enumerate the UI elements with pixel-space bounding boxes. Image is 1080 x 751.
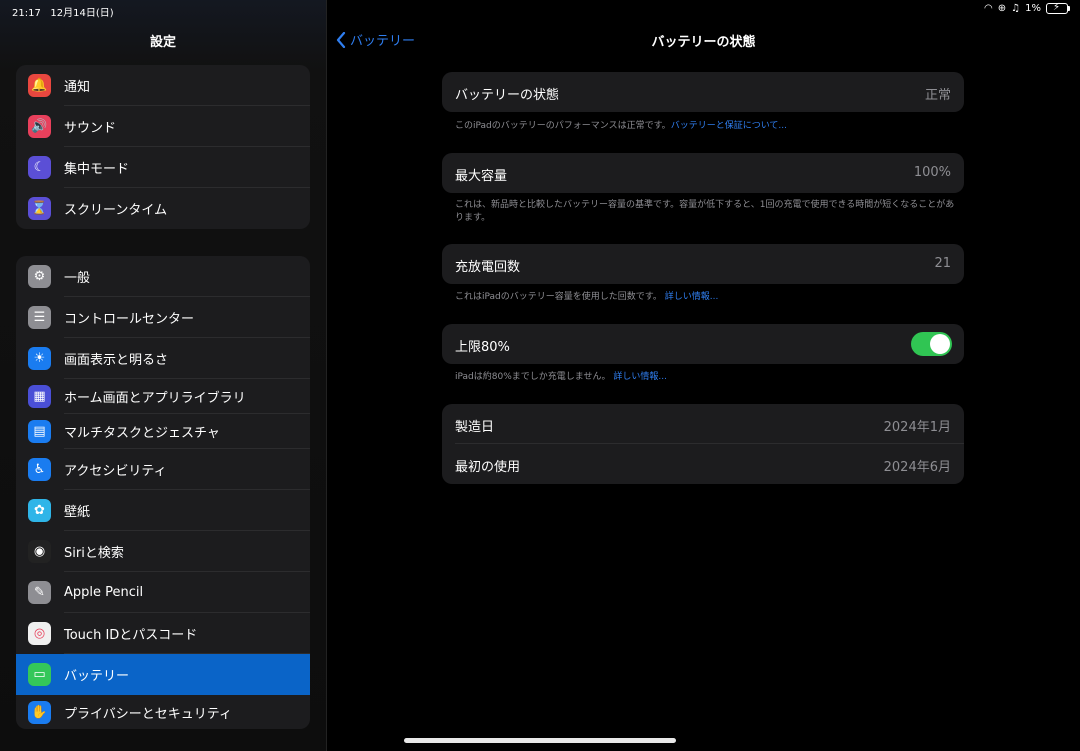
sidebar-item-label: サウンド (64, 121, 117, 136)
battery-icon: ▭ (28, 663, 51, 686)
siri-icon: ◉ (28, 540, 51, 563)
battery-health-label: バッテリーの状態 (455, 88, 560, 103)
sidebar-item-siri[interactable]: ◉ Siriと検索 (16, 531, 310, 572)
sidebar-item-multitask[interactable]: ▤ マルチタスクとジェスチャ (16, 414, 310, 449)
sun-icon: ☀ (28, 347, 51, 370)
cycle-learn-more-link[interactable]: 詳しい情報... (665, 292, 719, 302)
manufacture-date-value: 2024年1月 (883, 420, 951, 435)
sidebar-item-label: プライバシーとセキュリティ (64, 706, 232, 722)
charge-limit-row: 上限80% (442, 324, 964, 364)
battery-health-row: バッテリーの状態 正常 (442, 72, 964, 112)
sidebar-item-label: ホーム画面とアプリライブラリ (64, 391, 246, 406)
wifi-icon: ◠ (984, 3, 993, 14)
moon-icon: ☾ (28, 156, 51, 179)
sidebar-item-label: アクセシビリティ (64, 464, 167, 479)
battery-health-value: 正常 (924, 88, 951, 103)
sidebar-item-label: バッテリー (64, 669, 130, 684)
home-indicator[interactable] (404, 738, 676, 743)
sidebar-item-label: 通知 (64, 80, 91, 95)
speaker-icon: 🔊 (28, 115, 51, 138)
first-use-value: 2024年6月 (883, 460, 951, 475)
battery-percent: 1% (1025, 3, 1041, 14)
max-capacity-row: 最大容量 100% (442, 153, 964, 193)
max-capacity-footer: これは、新品時と比較したバッテリー容量の基準です。容量が低下すると、1回の充電で… (455, 200, 955, 223)
sidebar-title: 設定 (149, 35, 176, 50)
cycle-count-card: 充放電回数 21 (442, 244, 964, 284)
status-date: 12月14日(日) (50, 8, 114, 19)
first-use-row: 最初の使用 2024年6月 (442, 444, 964, 484)
location-icon: ⊕ (997, 3, 1007, 14)
sidebar-item-bell[interactable]: 🔔 通知 (16, 65, 310, 106)
sidebar-item-label: Siriと検索 (64, 546, 124, 561)
sidebar-item-label: 集中モード (64, 162, 130, 177)
toggles-icon: ☰ (28, 306, 51, 329)
cycle-count-row: 充放電回数 21 (442, 244, 964, 284)
charge-limit-card: 上限80% (442, 324, 964, 364)
sidebar-item-accessibility[interactable]: ♿ アクセシビリティ (16, 449, 310, 490)
charge-limit-label: 上限80% (455, 340, 510, 355)
sidebar: 設定 🔔 通知 🔊 サウンド ☾ 集中モード ⌛ スクリーンタイム ⚙ 一般 ☰ コントロールセンタ… (0, 0, 327, 751)
sidebar-item-label: 一般 (64, 271, 91, 286)
toggle-knob (930, 334, 950, 354)
flower-icon: ✿ (28, 499, 51, 522)
sidebar-item-grid[interactable]: ▦ ホーム画面とアプリライブラリ (16, 379, 310, 414)
sidebar-item-flower[interactable]: ✿ 壁紙 (16, 490, 310, 531)
sidebar-item-label: コントロールセンター (64, 312, 195, 327)
status-time: 21:17 (12, 8, 41, 19)
sidebar-item-label: 壁紙 (64, 505, 91, 520)
bell-icon: 🔔 (28, 74, 51, 97)
sidebar-item-hourglass[interactable]: ⌛ スクリーンタイム (16, 188, 310, 229)
sidebar-item-label: Touch IDとパスコード (64, 628, 198, 643)
sidebar-group-2: ⚙ 一般 ☰ コントロールセンター ☀ 画面表示と明るさ ▦ ホーム画面とアプリライブラリ ▤ マ… (16, 256, 310, 729)
battery-health-footer: このiPadのバッテリーのパフォーマンスは正常です。バッテリーと保証について..… (455, 121, 788, 131)
gear-icon: ⚙ (28, 265, 51, 288)
accessibility-icon: ♿ (28, 458, 51, 481)
charging-bolt-icon: ⚡ (1053, 2, 1061, 13)
sidebar-item-label: スクリーンタイム (64, 203, 168, 218)
dates-card: 製造日 2024年1月 最初の使用 2024年6月 (442, 404, 964, 484)
sidebar-item-label: Apple Pencil (64, 585, 144, 600)
status-bar: 21:17 12月14日(日) ◠ ⊕ ♫ 1% ⚡ (0, 0, 1080, 20)
cycle-count-label: 充放電回数 (455, 260, 521, 275)
multitask-icon: ▤ (28, 420, 51, 443)
grid-icon: ▦ (28, 385, 51, 408)
sidebar-item-toggles[interactable]: ☰ コントロールセンター (16, 297, 310, 338)
sidebar-item-gear[interactable]: ⚙ 一般 (16, 256, 310, 297)
sidebar-item-sun[interactable]: ☀ 画面表示と明るさ (16, 338, 310, 379)
sidebar-item-fingerprint[interactable]: ◎ Touch IDとパスコード (16, 613, 310, 654)
page-title: バッテリーの状態 (651, 35, 756, 50)
sidebar-item-battery[interactable]: ▭ バッテリー (16, 654, 310, 695)
battery-status-icon: ⚡ (1046, 2, 1070, 14)
sidebar-item-label: 画面表示と明るさ (64, 353, 169, 368)
max-capacity-value: 100% (913, 165, 951, 180)
hourglass-icon: ⌛ (28, 197, 51, 220)
max-capacity-label: 最大容量 (455, 169, 508, 184)
charge-limit-footer: iPadは約80%までしか充電しません。 詳しい情報... (455, 372, 667, 382)
manufacture-date-label: 製造日 (455, 420, 495, 435)
cycle-count-value: 21 (934, 256, 951, 271)
hand-icon: ✋ (28, 700, 51, 724)
sidebar-group-1: 🔔 通知 🔊 サウンド ☾ 集中モード ⌛ スクリーンタイム (16, 65, 310, 229)
cycle-count-footer: これはiPadのバッテリー容量を使用した回数です。 詳しい情報... (455, 292, 719, 302)
manufacture-date-row: 製造日 2024年1月 (442, 404, 964, 444)
battery-health-card: バッテリーの状態 正常 (442, 72, 964, 112)
sidebar-item-moon[interactable]: ☾ 集中モード (16, 147, 310, 188)
max-capacity-card: 最大容量 100% (442, 153, 964, 193)
sidebar-item-speaker[interactable]: 🔊 サウンド (16, 106, 310, 147)
battery-warranty-link[interactable]: バッテリーと保証について... (671, 121, 787, 131)
fingerprint-icon: ◎ (28, 622, 51, 645)
pencil-icon: ✎ (28, 581, 51, 604)
sidebar-item-hand[interactable]: ✋ プライバシーとセキュリティ (16, 695, 310, 729)
sidebar-item-pencil[interactable]: ✎ Apple Pencil (16, 572, 310, 613)
sidebar-item-label: マルチタスクとジェスチャ (64, 426, 220, 441)
first-use-label: 最初の使用 (455, 460, 521, 475)
charge-limit-toggle[interactable] (911, 332, 952, 356)
headphones-icon: ♫ (1011, 3, 1021, 14)
limit-learn-more-link[interactable]: 詳しい情報... (613, 372, 667, 382)
